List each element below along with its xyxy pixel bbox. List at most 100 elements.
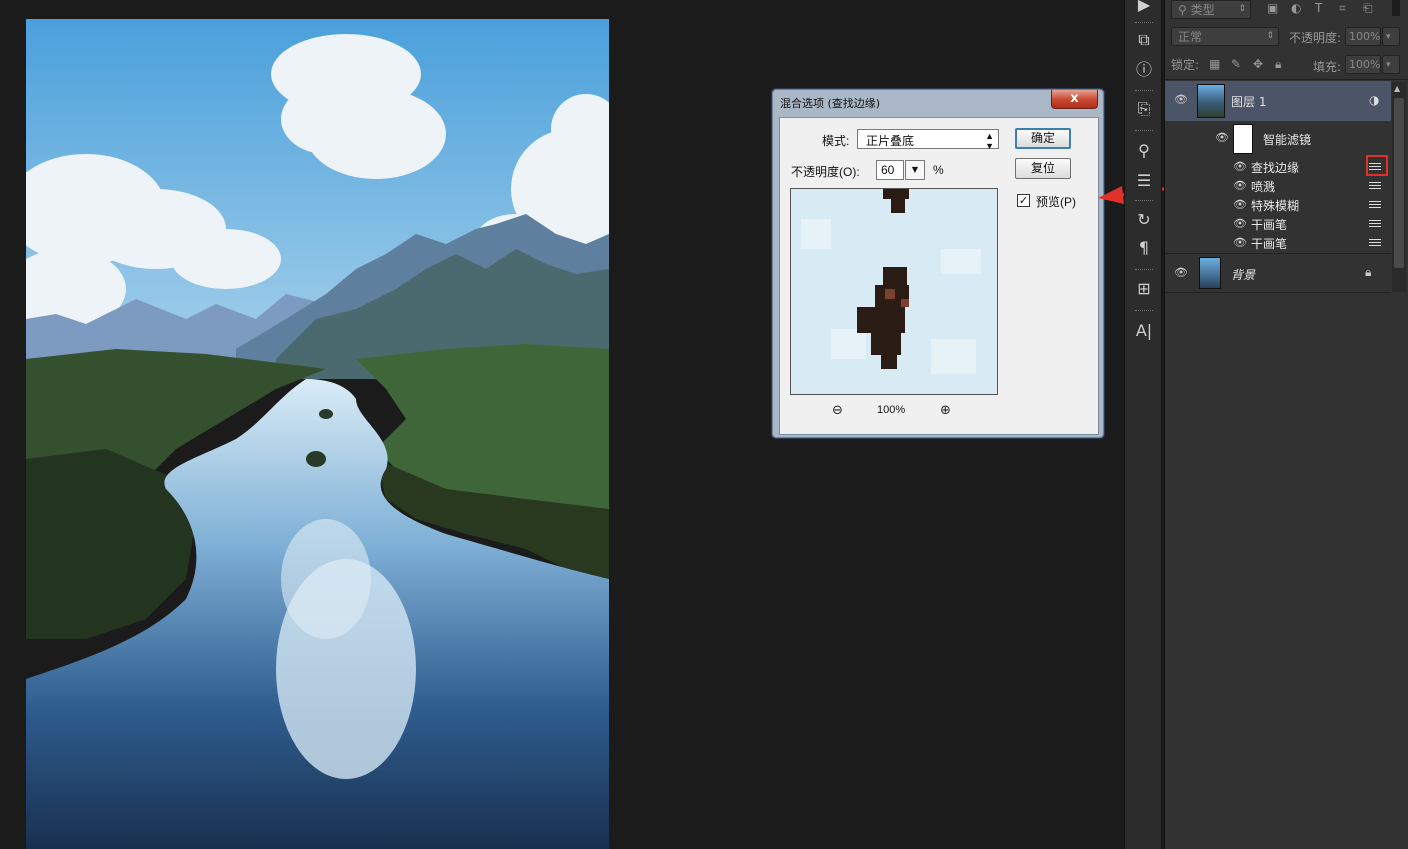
visibility-eye-icon[interactable]: 👁︎ bbox=[1174, 93, 1188, 106]
preview-label[interactable]: 预览(P) bbox=[1036, 193, 1076, 210]
opacity-input[interactable]: 60 bbox=[876, 160, 904, 180]
filter-toggle[interactable] bbox=[1392, 0, 1400, 16]
grip-handle[interactable] bbox=[1135, 130, 1153, 132]
lock-position-icon[interactable]: ✥ bbox=[1253, 57, 1263, 71]
info-icon[interactable]: ⓘ bbox=[1133, 59, 1155, 81]
filter-name[interactable]: 喷溅 bbox=[1251, 178, 1275, 195]
lock-image-icon[interactable]: ✎ bbox=[1231, 57, 1241, 71]
visibility-eye-icon[interactable]: 👁︎ bbox=[1233, 198, 1247, 211]
filter-name[interactable]: 特殊模糊 bbox=[1251, 197, 1299, 214]
scroll-thumb[interactable] bbox=[1394, 98, 1404, 268]
layer-thumbnail bbox=[1197, 84, 1225, 118]
filter-blending-options-icon[interactable] bbox=[1368, 237, 1382, 249]
panel-dock-strip: ▶ ⧉ ⓘ ⎘ ⚲ ☰ ↻ ¶ ⊞ A| bbox=[1124, 0, 1162, 849]
adjustments-icon[interactable]: ☰ bbox=[1133, 170, 1155, 192]
chevron-down-icon: ▼ bbox=[911, 165, 919, 174]
play-icon[interactable]: ▶ bbox=[1133, 0, 1155, 16]
paragraph-icon[interactable]: ¶ bbox=[1133, 237, 1155, 259]
layer-opacity-dropdown[interactable]: ▾ bbox=[1382, 27, 1400, 46]
visibility-eye-icon[interactable]: 👁︎ bbox=[1174, 266, 1188, 279]
grip-handle[interactable] bbox=[1135, 310, 1153, 312]
fill-dropdown[interactable]: ▾ bbox=[1382, 55, 1400, 74]
smart-object-icon: ◑ bbox=[1369, 93, 1380, 107]
zoom-level: 100% bbox=[877, 404, 906, 416]
visibility-eye-icon[interactable]: 👁︎ bbox=[1233, 160, 1247, 173]
preview-image[interactable] bbox=[790, 188, 998, 395]
layer-blend-mode-select[interactable]: 正常 ⇕ bbox=[1171, 27, 1279, 46]
blending-options-dialog: 混合选项 (查找边缘) x 模式: 正片叠底 ▲ ▼ 不透明度(O): 60 ▼ … bbox=[772, 89, 1104, 438]
grip-handle[interactable] bbox=[1135, 90, 1153, 92]
filter-name[interactable]: 查找边缘 bbox=[1251, 159, 1299, 176]
layer-name[interactable]: 图层 1 bbox=[1231, 93, 1266, 110]
fill-label: 填充: bbox=[1313, 60, 1342, 74]
filter-row[interactable]: 👁︎ 干画笔 bbox=[1165, 233, 1391, 252]
checkmark-icon: ✓ bbox=[1018, 194, 1029, 207]
ok-button[interactable]: 确定 bbox=[1015, 128, 1071, 149]
filter-row[interactable]: 👁︎ 查找边缘 bbox=[1165, 157, 1391, 176]
visibility-eye-icon[interactable]: 👁︎ bbox=[1233, 217, 1247, 230]
brush-presets-icon[interactable]: ⚲ bbox=[1133, 140, 1155, 162]
visibility-eye-icon[interactable]: 👁︎ bbox=[1233, 179, 1247, 192]
filter-blending-options-icon[interactable] bbox=[1368, 218, 1382, 230]
smart-object-filter-icon[interactable]: ⎗ bbox=[1363, 1, 1373, 16]
clone-source-icon[interactable]: ⎘ bbox=[1133, 98, 1155, 120]
opacity-unit: % bbox=[933, 163, 944, 177]
filter-kind-value: 类型 bbox=[1190, 3, 1215, 17]
zoom-in-icon[interactable]: ⊕ bbox=[940, 403, 951, 418]
layer-thumbnail bbox=[1199, 257, 1221, 289]
layer-opacity-label: 不透明度: bbox=[1289, 31, 1342, 45]
preview-checkbox[interactable]: ✓ bbox=[1017, 194, 1030, 207]
shape-filter-icon[interactable]: ⌗ bbox=[1339, 1, 1346, 16]
chevron-down-icon: ▾ bbox=[1386, 60, 1391, 70]
filter-blending-options-icon[interactable] bbox=[1368, 180, 1382, 192]
select-arrows-icon: ▲ ▼ bbox=[985, 131, 994, 151]
reset-button[interactable]: 复位 bbox=[1015, 158, 1071, 179]
blend-mode-value: 正片叠底 bbox=[866, 134, 915, 148]
lock-all-icon[interactable]: 🔒︎ bbox=[1275, 57, 1281, 72]
dialog-body: 模式: 正片叠底 ▲ ▼ 不透明度(O): 60 ▼ % 确定 复位 ✓ 预览(P… bbox=[779, 117, 1099, 435]
filter-row[interactable]: 👁︎ 喷溅 bbox=[1165, 176, 1391, 195]
layers-panel: ⚲ 类型 ⇕ ▣ ◐ T ⌗ ⎗ 正常 ⇕ 不透明度: 100% ▾ 锁定: ▦… bbox=[1164, 0, 1408, 849]
filter-name[interactable]: 干画笔 bbox=[1251, 216, 1287, 233]
layer-filter-select[interactable]: ⚲ 类型 ⇕ bbox=[1171, 0, 1251, 19]
opacity-label: 不透明度(O): bbox=[791, 165, 860, 179]
image-filter-icon[interactable]: ▣ bbox=[1267, 1, 1278, 15]
adjustment-filter-icon[interactable]: ◐ bbox=[1291, 1, 1301, 15]
grip-handle[interactable] bbox=[1135, 200, 1153, 202]
filter-mask-thumbnail[interactable] bbox=[1233, 124, 1253, 154]
layer-row-layer-1[interactable]: 👁︎ 图层 1 ◑ bbox=[1165, 81, 1391, 121]
filter-row[interactable]: 👁︎ 干画笔 bbox=[1165, 214, 1391, 233]
layer-opacity-input[interactable]: 100% bbox=[1345, 27, 1381, 46]
opacity-dropdown-button[interactable]: ▼ bbox=[905, 160, 925, 180]
close-button[interactable]: x bbox=[1051, 90, 1098, 109]
select-arrows-icon: ⇕ bbox=[1238, 4, 1246, 14]
scroll-up-icon[interactable]: ▲ bbox=[1394, 84, 1400, 93]
layer-name[interactable]: 背景 bbox=[1231, 266, 1255, 283]
character-icon[interactable]: A| bbox=[1133, 320, 1155, 342]
zoom-out-icon[interactable]: ⊖ bbox=[832, 403, 843, 418]
lock-label: 锁定: bbox=[1171, 58, 1200, 72]
lock-icon: 🔒︎ bbox=[1365, 265, 1372, 279]
visibility-eye-icon[interactable]: 👁︎ bbox=[1215, 131, 1229, 144]
filter-row[interactable]: 👁︎ 特殊模糊 bbox=[1165, 195, 1391, 214]
layer-row-background[interactable]: 👁︎ 背景 🔒︎ bbox=[1165, 254, 1391, 292]
dialog-title: 混合选项 (查找边缘) bbox=[780, 97, 881, 110]
filter-name[interactable]: 干画笔 bbox=[1251, 235, 1287, 252]
annotation-highlight-box bbox=[1366, 155, 1388, 176]
fill-input[interactable]: 100% bbox=[1345, 55, 1381, 74]
preview-thumbnail bbox=[791, 189, 997, 394]
smart-filters-row[interactable]: 👁︎ 智能滤镜 bbox=[1165, 121, 1391, 155]
filter-blending-options-icon[interactable] bbox=[1368, 199, 1382, 211]
blend-mode-select[interactable]: 正片叠底 ▲ ▼ bbox=[857, 129, 999, 151]
visibility-eye-icon[interactable]: 👁︎ bbox=[1233, 236, 1247, 249]
smart-filters-label: 智能滤镜 bbox=[1263, 133, 1312, 147]
grip-handle[interactable] bbox=[1135, 269, 1153, 271]
channels-icon[interactable]: ↻ bbox=[1133, 209, 1155, 231]
lock-transparent-icon[interactable]: ▦ bbox=[1209, 57, 1220, 71]
3d-cube-icon[interactable]: ⧉ bbox=[1133, 29, 1155, 51]
grip-handle[interactable] bbox=[1135, 22, 1153, 24]
document-canvas[interactable] bbox=[26, 19, 609, 849]
type-filter-icon[interactable]: T bbox=[1315, 1, 1322, 15]
layers-scrollbar[interactable]: ▲ bbox=[1392, 82, 1406, 292]
timeline-icon[interactable]: ⊞ bbox=[1133, 278, 1155, 300]
